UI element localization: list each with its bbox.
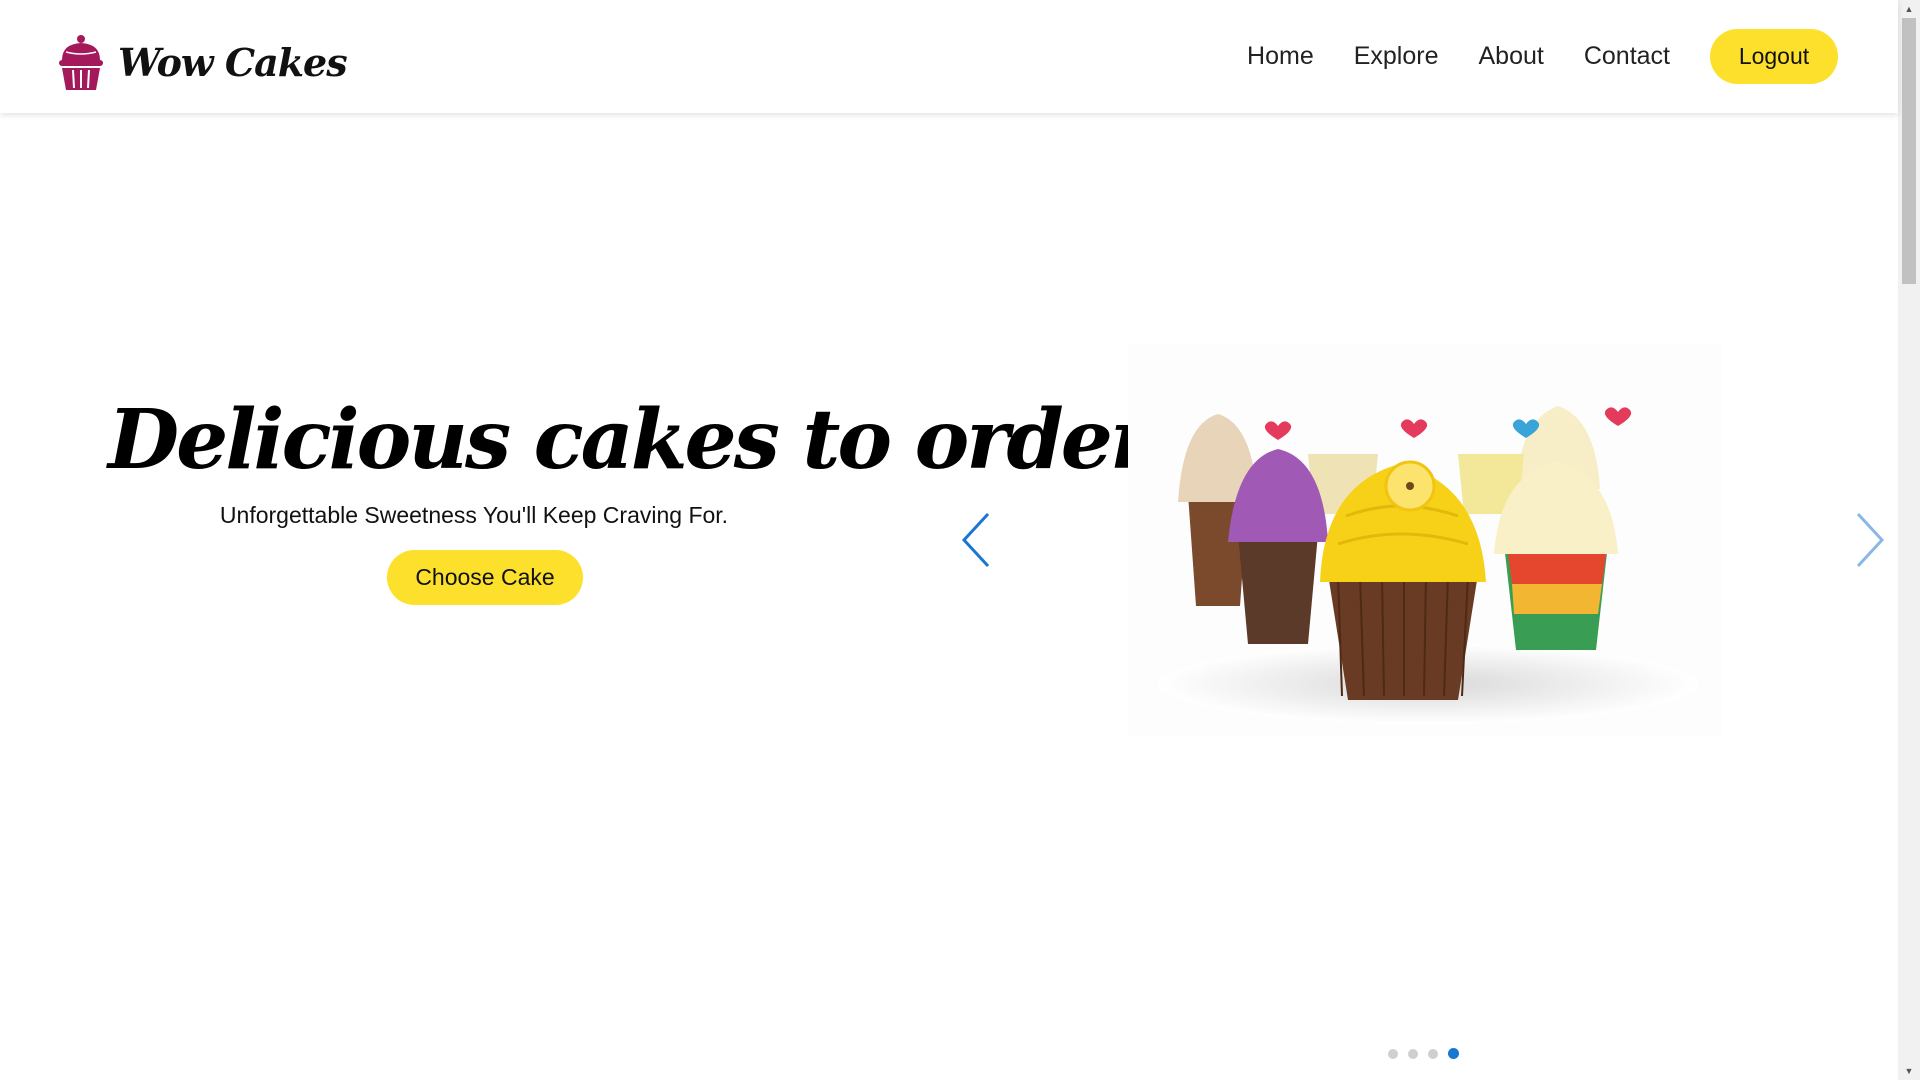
cupcakes-photo [1128, 344, 1722, 736]
carousel-indicators [1388, 1048, 1469, 1059]
cupcake-icon [59, 35, 103, 90]
carousel-dot-4[interactable] [1448, 1048, 1459, 1059]
nav-contact-link[interactable]: Contact [1584, 28, 1670, 84]
brand-name: Wow Cakes [118, 40, 348, 85]
hero-title: Delicious cakes to order [108, 392, 1153, 488]
carousel-dot-1[interactable] [1388, 1049, 1398, 1059]
nav-about-link[interactable]: About [1478, 28, 1543, 84]
nav-home-link[interactable]: Home [1247, 28, 1314, 84]
logout-button[interactable]: Logout [1710, 28, 1838, 84]
brand-logo-link[interactable]: Wow Cakes [56, 34, 348, 91]
carousel-dot-2[interactable] [1408, 1049, 1418, 1059]
site-header: Wow Cakes Home Explore About Contact Log… [0, 0, 1898, 113]
chevron-right-icon[interactable] [1848, 510, 1888, 570]
hero-subtitle: Unforgettable Sweetness You'll Keep Crav… [219, 502, 729, 528]
nav-explore-link[interactable]: Explore [1354, 28, 1439, 84]
main-nav: Home Explore About Contact Logout [1247, 28, 1838, 84]
scroll-up-arrow-icon[interactable]: ▲ [1898, 0, 1920, 18]
scroll-down-arrow-icon[interactable]: ▼ [1898, 1062, 1920, 1080]
page-scrollbar[interactable]: ▲ ▼ [1898, 0, 1920, 1080]
chevron-left-icon[interactable] [958, 510, 998, 570]
carousel-dot-3[interactable] [1428, 1049, 1438, 1059]
scroll-thumb[interactable] [1902, 18, 1916, 284]
choose-cake-button[interactable]: Choose Cake [387, 550, 583, 605]
